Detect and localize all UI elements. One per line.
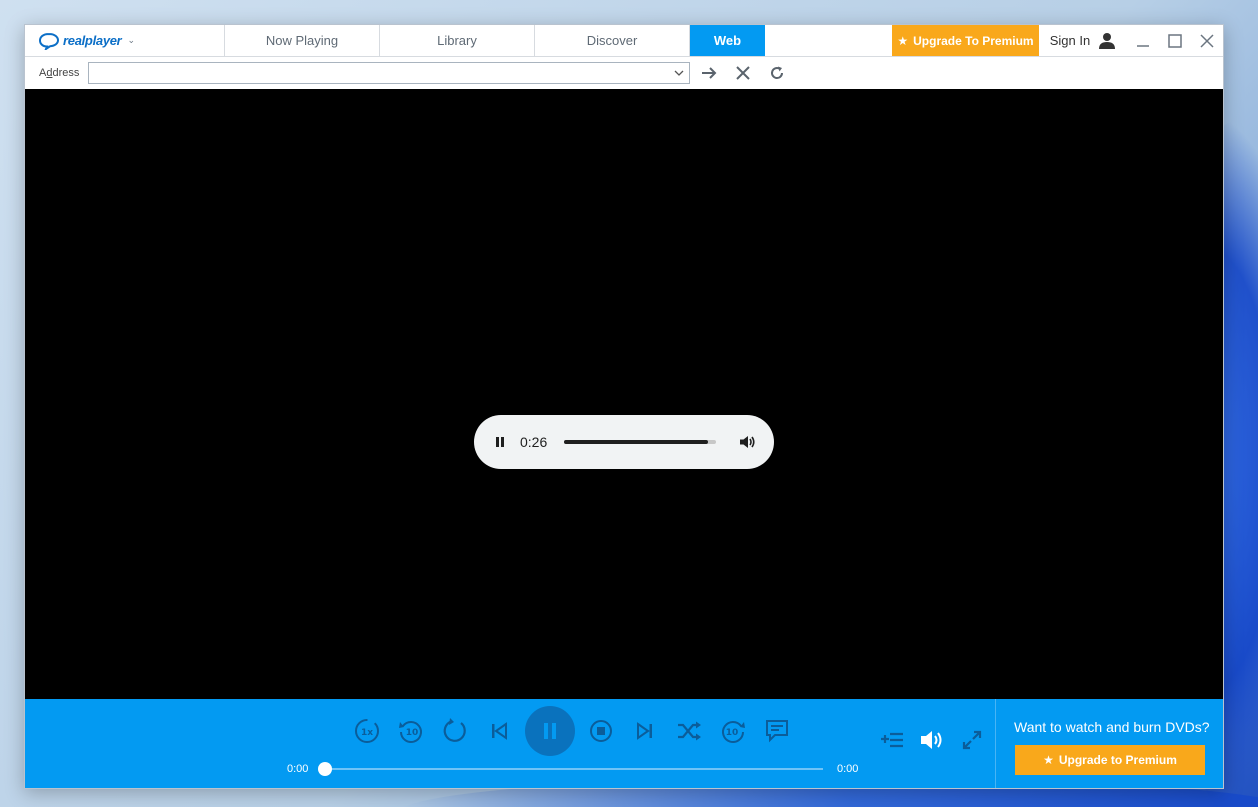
- minimize-icon: [1137, 44, 1149, 47]
- stop-button[interactable]: [579, 709, 623, 753]
- fullscreen-button[interactable]: [955, 723, 989, 757]
- close-icon: [736, 66, 750, 80]
- refresh-button[interactable]: [762, 60, 792, 86]
- promo-text: Want to watch and burn DVDs?: [1014, 719, 1210, 735]
- refresh-icon: [771, 66, 784, 79]
- chevron-down-icon: ⌄: [127, 35, 135, 45]
- shuffle-button[interactable]: [667, 709, 711, 753]
- svg-text:1x: 1x: [361, 728, 373, 738]
- playlist-add-icon: [881, 732, 903, 748]
- svg-text:10: 10: [726, 728, 739, 738]
- chevron-down-icon[interactable]: [673, 67, 685, 79]
- playback-speed-button[interactable]: 1x: [345, 709, 389, 753]
- play-pause-button[interactable]: [525, 706, 575, 756]
- pause-icon: [544, 723, 556, 739]
- star-icon: ★: [1043, 753, 1054, 767]
- user-icon: [1099, 32, 1116, 49]
- volume-icon[interactable]: [738, 433, 756, 451]
- minimize-button[interactable]: [1127, 25, 1159, 57]
- forward-10-button[interactable]: 10: [711, 709, 755, 753]
- tab-bar: realplayer ⌄ Now Playing Library Discove…: [25, 25, 1223, 57]
- previous-icon: [492, 722, 507, 740]
- next-icon: [637, 722, 652, 740]
- arrow-right-icon: [702, 67, 717, 79]
- replay-button[interactable]: [433, 709, 477, 753]
- sign-in-label: Sign In: [1049, 33, 1091, 48]
- tab-web[interactable]: Web: [690, 25, 765, 56]
- shuffle-icon: [678, 721, 701, 741]
- audio-progress-bar[interactable]: [564, 440, 716, 444]
- realplayer-window: realplayer ⌄ Now Playing Library Discove…: [24, 24, 1224, 789]
- playlist-button[interactable]: [875, 723, 909, 757]
- seek-handle[interactable]: [318, 762, 332, 776]
- logo-text: realplayer: [63, 33, 122, 48]
- next-button[interactable]: [623, 709, 667, 753]
- close-button[interactable]: [1191, 25, 1223, 57]
- maximize-button[interactable]: [1159, 25, 1191, 57]
- address-bar: Address: [25, 57, 1223, 89]
- elapsed-time: 0:00: [287, 763, 309, 775]
- go-button[interactable]: [694, 60, 724, 86]
- maximize-icon: [1168, 33, 1182, 48]
- upgrade-premium-button[interactable]: ★ Upgrade To Premium: [892, 25, 1039, 56]
- upgrade-promo: Want to watch and burn DVDs? ★ Upgrade t…: [995, 699, 1223, 788]
- duration-time: 0:00: [837, 763, 859, 775]
- address-label: Address: [39, 67, 80, 79]
- seek-bar[interactable]: [318, 762, 823, 776]
- address-field: [88, 62, 690, 84]
- tabbar-spacer: [765, 25, 892, 56]
- transport-controls: 1x 10 10: [345, 706, 799, 756]
- tab-discover[interactable]: Discover: [535, 25, 690, 56]
- stop-button[interactable]: [728, 60, 758, 86]
- audio-time: 0:26: [520, 434, 548, 450]
- forward-10-icon: 10: [722, 721, 745, 743]
- comment-icon: [766, 720, 788, 743]
- promo-upgrade-label: Upgrade to Premium: [1058, 753, 1177, 767]
- rewind-10-button[interactable]: 10: [389, 709, 433, 753]
- sign-in-button[interactable]: Sign In: [1039, 25, 1127, 56]
- app-menu-button[interactable]: realplayer ⌄: [25, 25, 225, 56]
- address-input[interactable]: [89, 64, 673, 82]
- tab-now-playing[interactable]: Now Playing: [225, 25, 380, 56]
- close-icon: [1200, 33, 1214, 48]
- right-controls: [875, 723, 989, 757]
- previous-button[interactable]: [477, 709, 521, 753]
- upgrade-premium-label: Upgrade To Premium: [913, 33, 1034, 48]
- audio-progress-fill: [564, 440, 709, 444]
- star-icon: ★: [897, 33, 909, 48]
- volume-button[interactable]: [915, 723, 949, 757]
- window-controls: [1127, 25, 1223, 56]
- svg-text:10: 10: [406, 728, 419, 738]
- speed-icon: 1x: [355, 719, 379, 743]
- replay-icon: [443, 718, 466, 742]
- html5-audio-player: 0:26: [474, 415, 774, 469]
- stop-icon: [590, 720, 612, 742]
- volume-icon: [921, 731, 942, 749]
- promo-upgrade-button[interactable]: ★ Upgrade to Premium: [1015, 745, 1205, 775]
- subtitles-button[interactable]: [755, 709, 799, 753]
- expand-icon: [962, 730, 982, 750]
- player-control-bar: 1x 10 10 0:00 0:00 Want to watch and bur…: [25, 699, 1223, 788]
- video-area[interactable]: 0:26: [25, 89, 1223, 699]
- pause-icon[interactable]: [492, 434, 508, 450]
- rewind-10-icon: 10: [399, 721, 422, 743]
- realplayer-logo-icon: [39, 32, 59, 50]
- tab-library[interactable]: Library: [380, 25, 535, 56]
